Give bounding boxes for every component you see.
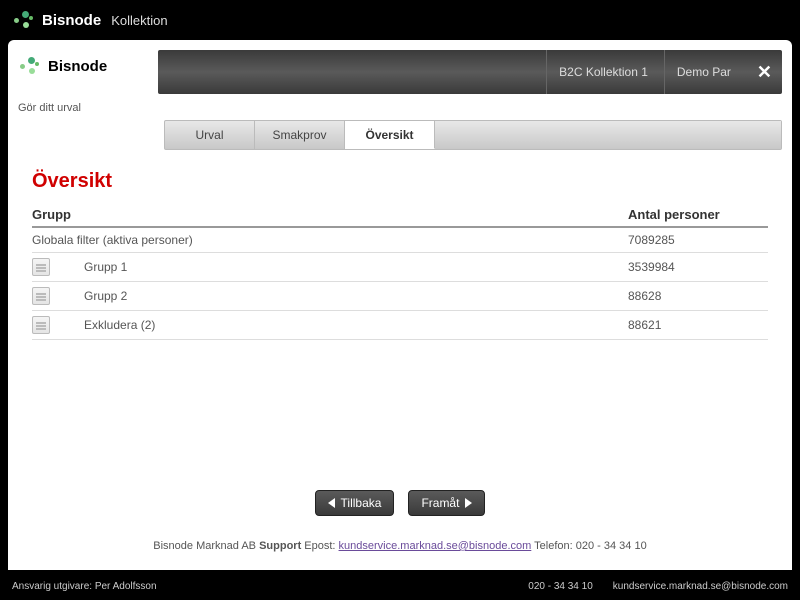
back-label: Tillbaka — [341, 496, 382, 510]
product-name: Kollektion — [111, 13, 167, 28]
forward-label: Framåt — [421, 496, 459, 510]
ribbon-bar: B2C Kollektion 1 Demo Par ✕ — [158, 50, 782, 94]
support-prefix: Bisnode Marknad AB — [153, 540, 259, 552]
support-phone-label: Telefon: — [531, 540, 575, 552]
col-count-header: Antal personer — [628, 207, 768, 222]
table-row: Grupp 2 88628 — [32, 282, 768, 311]
arrow-left-icon — [328, 498, 335, 508]
document-icon[interactable] — [32, 287, 50, 305]
row-label: Exkludera (2) — [84, 318, 155, 332]
bisnode-logo-icon — [18, 54, 42, 78]
page-title: Översikt — [32, 170, 768, 193]
arrow-right-icon — [465, 498, 472, 508]
row-count: 88628 — [628, 289, 768, 303]
tab-smakprov[interactable]: Smakprov — [255, 121, 345, 149]
tab-oversikt[interactable]: Översikt — [345, 121, 435, 149]
forward-button[interactable]: Framåt — [408, 490, 485, 516]
row-label: Grupp 2 — [84, 289, 127, 303]
row-count: 7089285 — [628, 233, 768, 247]
main-panel: Bisnode Gör ditt urval B2C Kollektion 1 … — [8, 40, 792, 570]
support-phone: 020 - 34 34 10 — [576, 540, 647, 552]
bisnode-logo-icon — [12, 8, 36, 32]
row-count: 3539984 — [628, 260, 768, 274]
close-icon[interactable]: ✕ — [747, 62, 772, 83]
panel-subtitle: Gör ditt urval — [18, 102, 148, 114]
support-bold: Support — [259, 540, 301, 552]
row-label: Grupp 1 — [84, 260, 127, 274]
ribbon-user[interactable]: Demo Par — [664, 50, 731, 94]
table-row: Grupp 1 3539984 — [32, 253, 768, 282]
tab-filler — [435, 121, 781, 149]
document-icon[interactable] — [32, 316, 50, 334]
tab-bar: Urval Smakprov Översikt — [164, 120, 782, 150]
panel-brand-name: Bisnode — [48, 58, 107, 75]
back-button[interactable]: Tillbaka — [315, 490, 395, 516]
tab-urval[interactable]: Urval — [165, 121, 255, 149]
support-line: Bisnode Marknad AB Support Epost: kundse… — [8, 540, 792, 552]
table-row: Exkludera (2) 88621 — [32, 311, 768, 340]
panel-logo-box: Bisnode Gör ditt urval — [8, 40, 158, 122]
footer-bar: Ansvarig utgivare: Per Adolfsson 020 - 3… — [0, 572, 800, 600]
brand-logo: Bisnode Kollektion — [12, 8, 168, 32]
nav-buttons: Tillbaka Framåt — [8, 490, 792, 516]
document-icon[interactable] — [32, 258, 50, 276]
table-row: Globala filter (aktiva personer) 7089285 — [32, 228, 768, 253]
footer-publisher: Ansvarig utgivare: Per Adolfsson — [12, 581, 157, 592]
app-header: Bisnode Kollektion — [0, 0, 800, 40]
row-count: 88621 — [628, 318, 768, 332]
content-area: Översikt Grupp Antal personer Globala fi… — [8, 150, 792, 348]
support-email-link[interactable]: kundservice.marknad.se@bisnode.com — [339, 540, 532, 552]
row-label: Globala filter (aktiva personer) — [32, 233, 193, 247]
ribbon-collection[interactable]: B2C Kollektion 1 — [546, 50, 648, 94]
table-header: Grupp Antal personer — [32, 207, 768, 228]
footer-phone: 020 - 34 34 10 — [528, 581, 593, 592]
brand-name: Bisnode — [42, 12, 101, 29]
col-group-header: Grupp — [32, 207, 71, 222]
support-email-label: Epost: — [301, 540, 338, 552]
footer-email: kundservice.marknad.se@bisnode.com — [613, 581, 788, 592]
